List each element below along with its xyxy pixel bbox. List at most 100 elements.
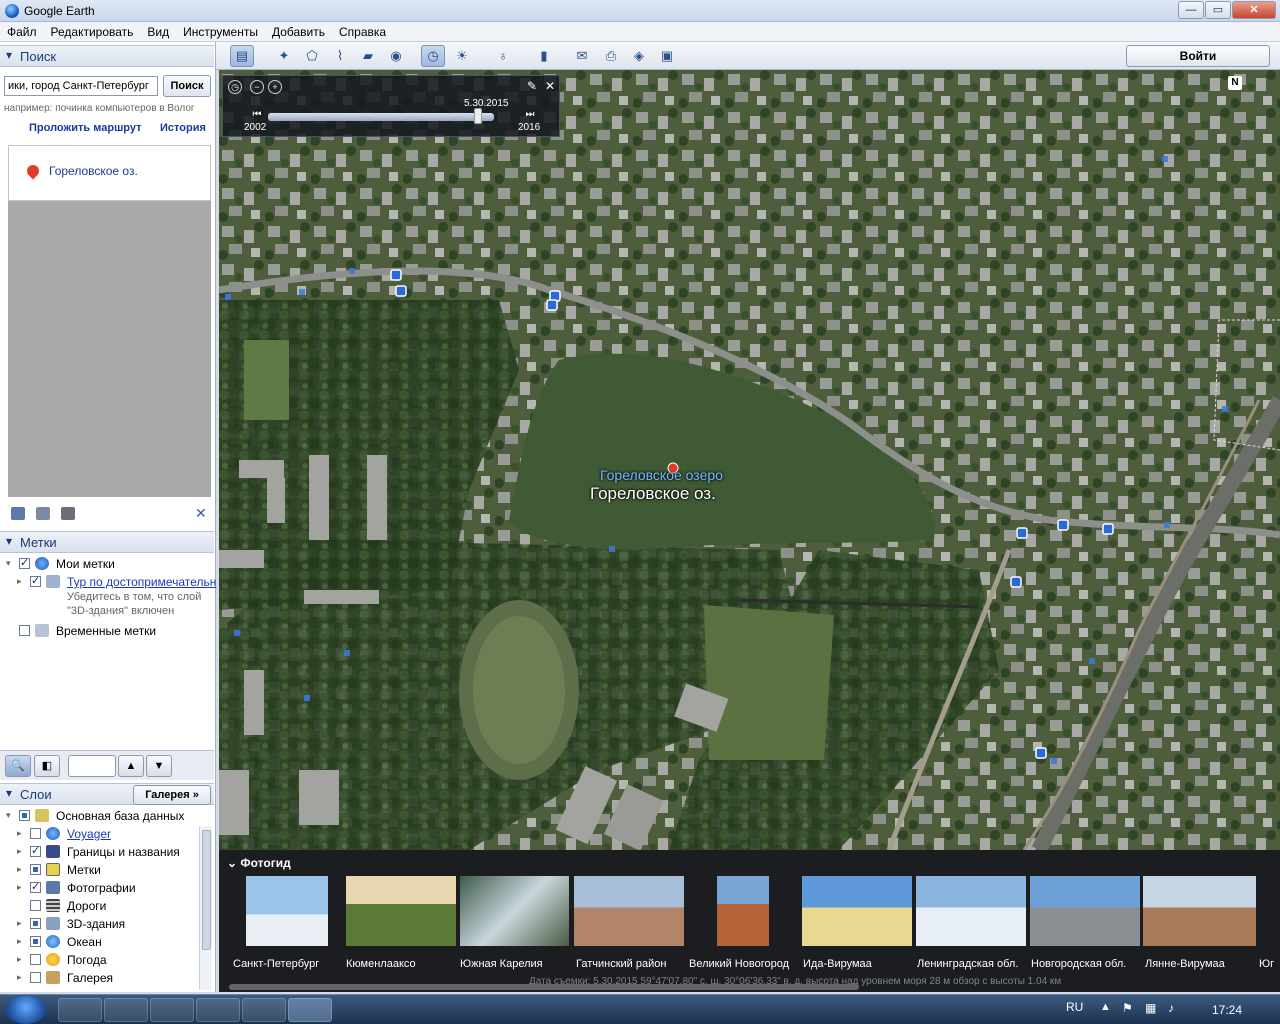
expand-icon[interactable]: ▸	[17, 882, 22, 893]
photo-thumbnail[interactable]	[574, 876, 684, 946]
history-link[interactable]: История	[160, 122, 206, 134]
print-icon[interactable]	[61, 507, 75, 520]
checkbox[interactable]	[30, 828, 41, 839]
expand-icon[interactable]: ▸	[17, 936, 22, 947]
chrome-taskbar-icon[interactable]	[150, 998, 194, 1022]
layers-scrollbar[interactable]	[199, 826, 212, 990]
photo-thumbnail[interactable]	[246, 876, 328, 946]
volume-icon[interactable]: ♪	[1168, 1001, 1174, 1015]
photo-thumbnail[interactable]	[346, 876, 456, 946]
time-slider-knob[interactable]	[474, 108, 483, 124]
gallery-button[interactable]: Галерея »	[133, 785, 211, 805]
email-icon[interactable]: ✉	[570, 45, 594, 67]
photo-label[interactable]: Юг	[1259, 958, 1274, 970]
photo-label[interactable]: Южная Карелия	[460, 958, 543, 970]
photo-label[interactable]: Новгородская обл.	[1031, 958, 1126, 970]
checkbox[interactable]	[30, 936, 41, 947]
media-player-taskbar-icon[interactable]	[104, 998, 148, 1022]
panel-toggle-icon[interactable]: ◧	[34, 755, 60, 777]
expand-icon[interactable]: ▸	[17, 972, 22, 983]
ruler-icon[interactable]: ▮	[532, 45, 556, 67]
time-slider-track[interactable]	[268, 113, 494, 121]
close-icon[interactable]: ✕	[195, 506, 209, 520]
photo-label[interactable]: Ленинградская обл.	[917, 958, 1018, 970]
map-label-blue[interactable]: Гореловское озеро	[600, 467, 723, 483]
sidebar-toggle-icon[interactable]: ▤	[230, 45, 254, 67]
menu-edit[interactable]: Редактировать	[44, 22, 141, 41]
planets-icon[interactable]: ♁	[491, 45, 515, 67]
checkbox[interactable]	[30, 972, 41, 983]
expand-icon[interactable]: ▸	[17, 828, 22, 839]
search-button[interactable]: Поиск	[163, 75, 211, 97]
language-indicator[interactable]: RU	[1066, 1000, 1083, 1014]
zoom-in-icon[interactable]: +	[268, 80, 282, 94]
menu-add[interactable]: Добавить	[265, 22, 332, 41]
checkbox[interactable]	[19, 556, 30, 569]
photo-label[interactable]: Кюменлааксо	[346, 958, 416, 970]
zoom-out-icon[interactable]: −	[250, 80, 264, 94]
checkbox[interactable]	[30, 900, 41, 911]
add-folder-icon[interactable]	[11, 507, 25, 520]
compass-north-icon[interactable]: N	[1228, 76, 1242, 90]
photo-thumbnail[interactable]	[1143, 876, 1256, 946]
blank-field[interactable]	[68, 755, 116, 777]
print-icon[interactable]: ⎙	[599, 45, 623, 67]
photo-thumbnail[interactable]	[1030, 876, 1140, 946]
expand-icon[interactable]: ▸	[17, 954, 22, 965]
photo-thumbnail[interactable]	[460, 876, 569, 946]
route-link[interactable]: Проложить маршрут	[29, 122, 141, 134]
checkbox[interactable]	[19, 810, 30, 821]
collapse-icon[interactable]: ▾	[6, 558, 11, 569]
checkbox[interactable]	[30, 918, 41, 929]
step-forward-icon[interactable]: ⏭	[523, 109, 537, 123]
checkbox[interactable]	[30, 954, 41, 965]
step-back-icon[interactable]: ⏮	[250, 109, 264, 123]
photo-label[interactable]: Санкт-Петербург	[233, 958, 319, 970]
start-button-icon[interactable]	[6, 996, 46, 1024]
close-icon[interactable]: ✕	[543, 80, 557, 94]
menu-view[interactable]: Вид	[140, 22, 176, 41]
checkbox[interactable]	[30, 844, 41, 857]
photo-label[interactable]: Ида-Вирумаа	[803, 958, 872, 970]
add-polygon-icon[interactable]: ⬠	[300, 45, 324, 67]
photo-thumbnail[interactable]	[802, 876, 912, 946]
google-earth-taskbar-icon[interactable]	[288, 998, 332, 1022]
explorer-taskbar-icon[interactable]	[58, 998, 102, 1022]
telegram-taskbar-icon[interactable]	[242, 998, 286, 1022]
sunlight-icon[interactable]: ☀	[450, 45, 474, 67]
photo-label[interactable]: Лянне-Вирумаа	[1145, 958, 1225, 970]
scrollbar-thumb[interactable]	[202, 830, 211, 950]
photo-thumbnail[interactable]	[916, 876, 1026, 946]
view-in-maps-icon[interactable]: ◈	[627, 45, 651, 67]
move-up-icon[interactable]: ▲	[118, 755, 144, 777]
menu-file[interactable]: Файл	[0, 22, 44, 41]
save-image-icon[interactable]: ▣	[655, 45, 679, 67]
photo-thumbnail[interactable]	[717, 876, 769, 946]
layer-label[interactable]: Voyager	[67, 827, 111, 841]
settings-wrench-icon[interactable]: ✎	[525, 80, 539, 94]
record-tour-icon[interactable]: ◉	[384, 45, 408, 67]
clock[interactable]: 17:24	[1212, 1003, 1242, 1017]
checkbox[interactable]	[30, 574, 41, 587]
add-image-overlay-icon[interactable]: ▰	[356, 45, 380, 67]
login-button[interactable]: Войти	[1126, 45, 1270, 67]
photo-guide-scrollbar[interactable]	[229, 984, 859, 990]
map-label-white[interactable]: Гореловское оз.	[590, 484, 716, 504]
photo-guide-header[interactable]: Фотогид	[227, 856, 290, 870]
checkbox[interactable]	[30, 864, 41, 875]
search-result-label[interactable]: Гореловское оз.	[49, 164, 138, 178]
add-path-icon[interactable]: ⌇	[328, 45, 352, 67]
places-panel-header[interactable]: Метки	[0, 531, 214, 553]
search-panel-header[interactable]: Поиск	[0, 45, 214, 67]
maximize-button[interactable]: ▭	[1205, 1, 1231, 19]
photo-label[interactable]: Гатчинский район	[576, 958, 666, 970]
search-toggle-icon[interactable]: 🔍	[5, 755, 31, 777]
expand-icon[interactable]: ▸	[17, 918, 22, 929]
search-input[interactable]: ики, город Санкт-Петербург	[4, 76, 158, 96]
checkbox[interactable]	[19, 625, 30, 636]
map-view[interactable]: Гореловское озеро Гореловское оз. ◷ − + …	[219, 70, 1280, 850]
add-placemark-icon[interactable]: ✦	[272, 45, 296, 67]
checkbox[interactable]	[30, 880, 41, 893]
tray-up-icon[interactable]: ▲	[1100, 1001, 1111, 1013]
copy-icon[interactable]	[36, 507, 50, 520]
